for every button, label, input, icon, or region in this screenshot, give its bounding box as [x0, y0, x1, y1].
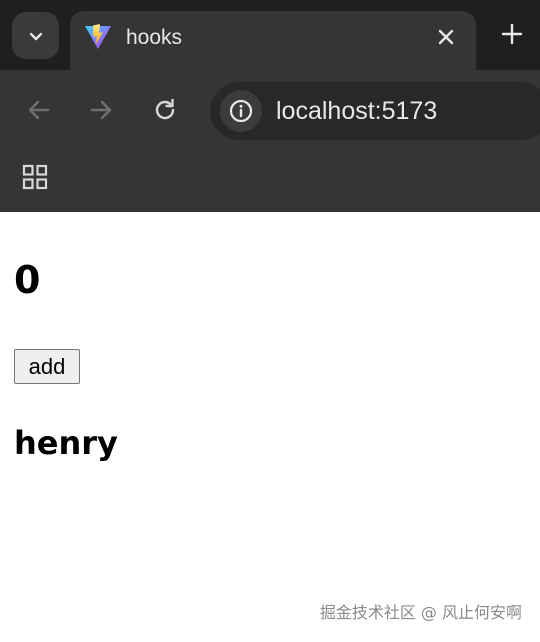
tab-close-button[interactable]: [434, 25, 458, 49]
new-tab-button[interactable]: [494, 16, 530, 52]
browser-toolbar: localhost:5173: [0, 70, 540, 212]
count-heading: 0: [14, 258, 41, 302]
arrow-left-icon: [28, 100, 50, 120]
browser-chrome: hooks localhost:5173: [0, 0, 540, 212]
vite-logo-icon: [85, 24, 111, 49]
tab-hooks[interactable]: hooks: [70, 11, 476, 70]
reload-icon: [155, 98, 175, 120]
address-bar[interactable]: localhost:5173: [210, 82, 540, 140]
back-button[interactable]: [21, 92, 57, 128]
apps-button[interactable]: [18, 160, 52, 194]
reload-button[interactable]: [147, 92, 183, 128]
plus-icon: [501, 23, 523, 45]
chevron-down-icon: [29, 32, 42, 40]
add-button[interactable]: add: [14, 349, 80, 384]
page-content: 0 add henry 掘金技术社区 @ 风止何安啊: [0, 212, 540, 642]
close-icon: [438, 29, 454, 45]
tab-strip: hooks: [0, 0, 540, 70]
arrow-right-icon: [90, 100, 112, 120]
tab-title: hooks: [126, 26, 183, 49]
url-text: localhost:5173: [276, 97, 438, 125]
forward-button[interactable]: [83, 92, 119, 128]
info-icon: [229, 99, 253, 123]
apps-grid-icon: [22, 164, 48, 190]
name-heading: henry: [14, 424, 118, 462]
watermark: 掘金技术社区 @ 风止何安啊: [319, 603, 522, 622]
tab-search-button[interactable]: [12, 12, 59, 59]
site-info-button[interactable]: [220, 90, 262, 132]
